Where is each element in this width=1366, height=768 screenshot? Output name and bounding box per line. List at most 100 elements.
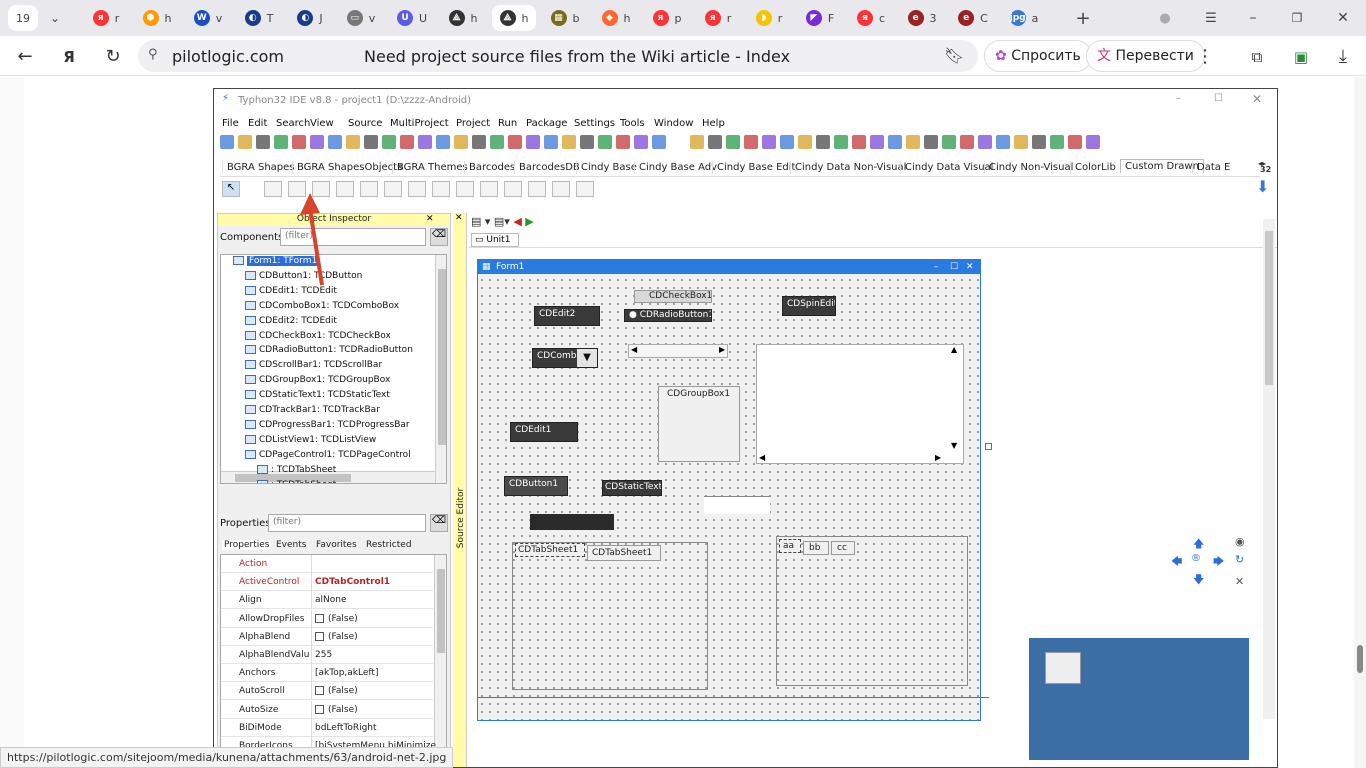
designer-vscrollbar[interactable]: [1263, 219, 1275, 719]
pointer-tool-icon[interactable]: ↖: [222, 181, 240, 197]
page-vscrollbar[interactable]: [1354, 77, 1366, 768]
tree-item[interactable]: CDTrackBar1: TCDTrackBar: [245, 405, 380, 415]
toolbar-button-icon[interactable]: [346, 135, 360, 149]
palette-component-icon[interactable]: [384, 181, 402, 197]
property-row[interactable]: AlphaBlend (False): [221, 627, 433, 646]
tab-cc[interactable]: cc: [831, 541, 855, 555]
cdgroupbox1[interactable]: CDGroupBox1: [658, 386, 740, 462]
toolbar-button-icon[interactable]: [328, 135, 342, 149]
cdstatictext1[interactable]: CDStaticText: [602, 480, 662, 496]
clear-filter-icon[interactable]: ⌫: [430, 228, 448, 246]
tab-bb[interactable]: bb: [803, 541, 829, 555]
property-row[interactable]: AlphaBlendValu 255: [221, 646, 433, 664]
toolbar-button-icon[interactable]: [708, 135, 722, 149]
palette-tab[interactable]: BGRA Themes: [392, 161, 472, 174]
listview-scroll-left-icon[interactable]: ◀: [759, 453, 765, 462]
scroll-left-icon[interactable]: ◀: [631, 345, 637, 354]
toolbar-button-icon[interactable]: [960, 135, 974, 149]
ide-menu-item[interactable]: Edit: [248, 118, 267, 129]
ide-menu-item[interactable]: Run: [498, 118, 517, 129]
browser-tab[interactable]: ◐ J: [288, 5, 332, 31]
palette-component-icon[interactable]: [432, 181, 450, 197]
toolbar-button-icon[interactable]: [652, 135, 666, 149]
tree-item[interactable]: CDCheckBox1: TCDCheckBox: [245, 330, 391, 341]
profile-icon[interactable]: ●: [1152, 5, 1178, 31]
listview-scroll-up-icon[interactable]: ▲: [951, 345, 957, 354]
toolbar-button-icon[interactable]: [1068, 135, 1082, 149]
toolbar-button-icon[interactable]: [1050, 135, 1064, 149]
browser-tab[interactable]: ⟁ h: [441, 5, 485, 31]
tree-item[interactable]: CDEdit1: TCDEdit: [245, 285, 337, 296]
form-close-icon[interactable]: ✕: [966, 260, 974, 274]
toolbar-button-icon[interactable]: [634, 135, 648, 149]
property-tab[interactable]: Events: [276, 540, 306, 550]
yandex-home-icon[interactable]: Я: [56, 44, 82, 70]
property-value[interactable]: (False): [315, 686, 358, 696]
toolbar-button-icon[interactable]: [238, 135, 252, 149]
property-value[interactable]: bdLeftToRight: [315, 723, 377, 733]
toolbar-button-icon[interactable]: [1086, 135, 1100, 149]
back-arrow-icon[interactable]: ←: [12, 44, 38, 70]
palette-tab[interactable]: Cindy Data Non-Visual: [790, 161, 910, 174]
toolbar-button-icon[interactable]: [274, 135, 288, 149]
eye-icon[interactable]: ◉: [1235, 535, 1245, 548]
clear-properties-filter-icon[interactable]: ⌫: [430, 514, 448, 532]
toolbar-button-icon[interactable]: [526, 135, 540, 149]
palette-tab[interactable]: Data E: [1192, 161, 1234, 174]
refresh-icon[interactable]: ↻: [1235, 553, 1244, 566]
toolbar-button-icon[interactable]: [616, 135, 630, 149]
nav-arrows-icons[interactable]: 🡅 🡄 ® 🡆 🡇 ◉ ↻ ✕: [1171, 535, 1251, 588]
property-row[interactable]: BiDiMode bdLeftToRight: [221, 718, 433, 737]
toolbar-button-icon[interactable]: [870, 135, 884, 149]
property-row[interactable]: Action: [221, 555, 433, 573]
toolbar-button-icon[interactable]: [978, 135, 992, 149]
listview-scroll-down-icon[interactable]: ▼: [951, 441, 957, 450]
cdradiobutton1[interactable]: ● CDRadioButton1: [624, 309, 712, 322]
toolbar-button-icon[interactable]: [816, 135, 830, 149]
browser-tab[interactable]: яp: [645, 5, 689, 31]
cdedit1[interactable]: CDEdit1: [510, 422, 578, 442]
new-tab-plus-icon[interactable]: +: [1070, 5, 1096, 31]
browser-tab[interactable]: яc: [849, 5, 893, 31]
ide-menu-item[interactable]: Window: [654, 118, 693, 129]
browser-tab[interactable]: UU: [390, 5, 434, 31]
toolbar-button-icon[interactable]: [364, 135, 378, 149]
palette-tab[interactable]: Cindy Base Adv: [634, 161, 721, 174]
toolbar-button-icon[interactable]: [562, 135, 576, 149]
palette-component-icon[interactable]: [504, 181, 522, 197]
ide-menu-item[interactable]: MultiProject: [390, 118, 449, 129]
cdprogressbar1[interactable]: [530, 514, 614, 530]
form1-window[interactable]: ▦ Form1 – ☐ ✕ CDEdit2 CDCheckBox1 ● CDRa…: [477, 259, 981, 721]
tree-item[interactable]: CDRadioButton1: TCDRadioButton: [245, 345, 413, 355]
toolbar-button-icon[interactable]: [852, 135, 866, 149]
palette-component-icon[interactable]: [480, 181, 498, 197]
tree-item[interactable]: CDProgressBar1: TCDProgressBar: [245, 419, 410, 430]
browser-tab[interactable]: Wv: [186, 5, 230, 31]
browser-tab[interactable]: ⬢ h: [135, 5, 179, 31]
toolbar-button-icon[interactable]: [888, 135, 902, 149]
toolbar-button-icon[interactable]: [400, 135, 414, 149]
resize-handle[interactable]: [985, 443, 992, 450]
ide-close-icon[interactable]: ✕: [1252, 92, 1262, 106]
properties-filter-input[interactable]: (filter): [268, 514, 426, 532]
property-value[interactable]: (False): [315, 631, 358, 642]
browser-tab[interactable]: ▭ v: [339, 5, 383, 31]
form-maximize-icon[interactable]: ☐: [950, 260, 958, 274]
toolbar-button-icon[interactable]: [798, 135, 812, 149]
toolbar-button-icon[interactable]: [580, 135, 594, 149]
toolbar-button-icon[interactable]: [472, 135, 486, 149]
tree-item[interactable]: CDScrollBar1: TCDScrollBar: [245, 360, 382, 370]
tree-item[interactable]: : TCDTabSheet: [257, 479, 336, 483]
toolbar-button-icon[interactable]: [924, 135, 938, 149]
page-vscroll-thumb[interactable]: [1357, 645, 1363, 673]
ide-menu-item[interactable]: Project: [456, 118, 490, 129]
browser-tab[interactable]: ▦ b: [543, 5, 587, 31]
browser-tab[interactable]: яr: [84, 5, 128, 31]
checkbox-icon[interactable]: [315, 631, 324, 641]
site-info-icon[interactable]: ⚲: [148, 47, 158, 62]
tools-icon[interactable]: ✕: [1235, 575, 1244, 588]
ide-menu-item[interactable]: Source: [348, 118, 382, 129]
palette-tab[interactable]: BarcodesDB: [514, 161, 584, 174]
props-vscrollbar[interactable]: [434, 555, 446, 767]
toolbar-button-icon[interactable]: [942, 135, 956, 149]
